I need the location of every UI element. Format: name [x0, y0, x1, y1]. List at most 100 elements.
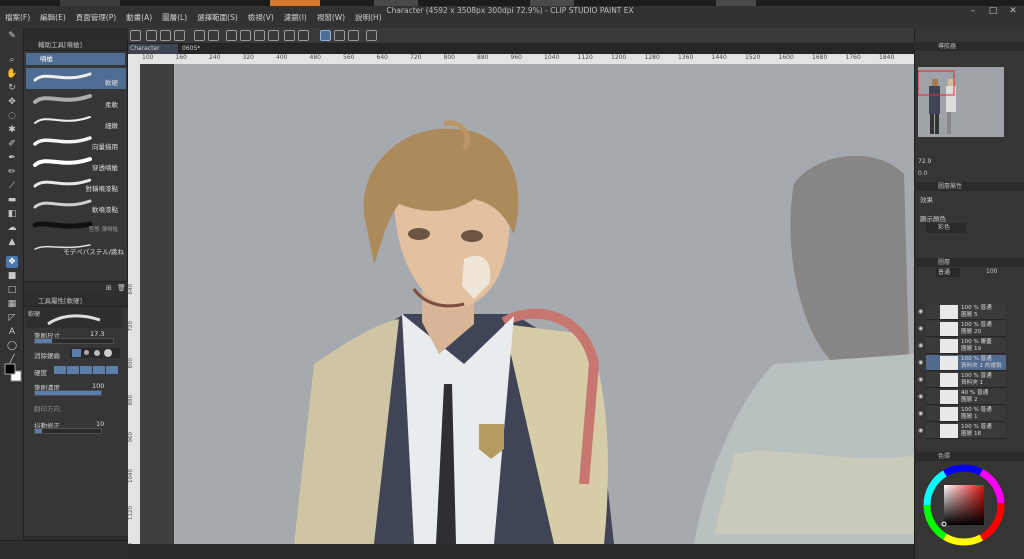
brush-size-slider[interactable]: [34, 338, 114, 344]
layer-mode: 100 % 普通: [961, 356, 992, 362]
tool-property-title: 工具屬性[軟硬]: [24, 296, 128, 307]
antialias-selector[interactable]: [70, 348, 120, 358]
zoom-icon[interactable]: ⌕: [6, 54, 18, 66]
artwork-canvas[interactable]: [174, 64, 914, 544]
gradient-icon[interactable]: ■: [6, 270, 18, 282]
text-icon[interactable]: A: [6, 326, 18, 338]
open-file-icon[interactable]: [160, 30, 171, 41]
delete-sub-tool-icon[interactable]: 🗑: [117, 284, 126, 292]
marker-icon[interactable]: ▬: [6, 194, 18, 206]
layer-row[interactable]: ◉ 100 % 普通 圖層 5: [918, 304, 1006, 320]
clip-studio-icon[interactable]: [130, 30, 141, 41]
menu-filter[interactable]: 濾鏡(I): [279, 12, 312, 23]
brush-item[interactable]: 向量描用: [26, 132, 126, 153]
layer-row[interactable]: ◉ 100 % 覆蓋 圖層 19: [918, 338, 1006, 354]
fill-icon[interactable]: [254, 30, 265, 41]
brush-item[interactable]: 軟噴漆點: [26, 195, 126, 216]
eye-icon[interactable]: ◉: [918, 325, 923, 332]
layer-row[interactable]: ◉ 100 % 普通 圖層 20: [918, 321, 1006, 337]
menu-select[interactable]: 選擇範圍(S): [192, 12, 243, 23]
menu-layer[interactable]: 圖層(L): [157, 12, 192, 23]
navigator-thumbnail[interactable]: [917, 67, 1004, 137]
layer-row[interactable]: ◉ 100 % 普通 圖層 1: [918, 406, 1006, 422]
deselect-icon[interactable]: [284, 30, 295, 41]
eye-icon[interactable]: ◉: [918, 393, 923, 400]
brush-item[interactable]: 柔軟: [26, 90, 126, 111]
ruler-icon[interactable]: ◸: [6, 312, 18, 324]
main-sub-color-icon[interactable]: [3, 362, 23, 384]
clear-icon[interactable]: [240, 30, 251, 41]
tab-0605[interactable]: 0605*: [180, 44, 220, 54]
brush-icon[interactable]: ⟋: [6, 180, 18, 192]
ruler-tick: 960: [510, 54, 522, 61]
save-icon[interactable]: [174, 30, 185, 41]
brush-item[interactable]: 軟硬: [26, 68, 126, 89]
transform-icon[interactable]: [268, 30, 279, 41]
pen-icon[interactable]: ✎: [6, 30, 18, 42]
lasso-icon[interactable]: ◌: [6, 110, 18, 122]
menu-edit[interactable]: 編輯(E): [35, 12, 71, 23]
timelapse-icon[interactable]: [366, 30, 377, 41]
stabilization-slider[interactable]: [34, 428, 102, 434]
density-slider[interactable]: [34, 390, 102, 396]
close-icon[interactable]: ✕: [1006, 6, 1020, 20]
g-pen-icon[interactable]: ✒: [6, 152, 18, 164]
sub-tool-group-tab[interactable]: 噴槍: [26, 53, 125, 65]
menu-animation[interactable]: 動畫(A): [121, 12, 157, 23]
eye-icon[interactable]: ◉: [918, 410, 923, 417]
snap-grid-icon[interactable]: [348, 30, 359, 41]
redo-icon[interactable]: [208, 30, 219, 41]
pencil-icon[interactable]: ✏: [6, 166, 18, 178]
eye-icon[interactable]: ◉: [918, 427, 923, 434]
brush-item[interactable]: 細緻: [26, 111, 126, 132]
menu-view[interactable]: 檢視(V): [243, 12, 279, 23]
brush-item[interactable]: 對稱噴漆點: [26, 174, 126, 195]
menu-page[interactable]: 頁面管理(P): [71, 12, 121, 23]
undo-icon[interactable]: [194, 30, 205, 41]
blend-mode-select[interactable]: 普通: [936, 268, 960, 277]
brush-item[interactable]: モデペパステル/跳ね: [26, 237, 126, 258]
layer-row[interactable]: ◉ 100 % 普通 資料夾 1: [918, 372, 1006, 388]
balloon-icon[interactable]: ◯: [6, 340, 18, 352]
document-tabs: Character 0605*: [128, 44, 914, 54]
fill-bucket-icon[interactable]: ▲: [6, 236, 18, 248]
layer-row[interactable]: ◉ 40 % 普通 圖層 2: [918, 389, 1006, 405]
layer-row[interactable]: ◉ 100 % 普通 資料夾 1 的複製: [918, 355, 1006, 371]
eye-icon[interactable]: ◉: [918, 359, 923, 366]
new-file-icon[interactable]: [146, 30, 157, 41]
color-wheel[interactable]: [918, 462, 1008, 548]
eye-icon[interactable]: ◉: [918, 376, 923, 383]
snap-special-ruler-icon[interactable]: [334, 30, 345, 41]
rotate-icon[interactable]: ↻: [6, 82, 18, 94]
menu-file[interactable]: 檔案(F): [0, 12, 35, 23]
move-icon[interactable]: ✥: [6, 96, 18, 108]
rotate-value[interactable]: 0.0: [918, 170, 928, 177]
tab-character[interactable]: Character: [128, 44, 178, 54]
menu-window[interactable]: 視窗(W): [312, 12, 350, 23]
layer-opacity[interactable]: 100: [986, 268, 997, 275]
airbrush-icon[interactable]: ❖: [6, 256, 18, 268]
smudge-icon[interactable]: ☁: [6, 222, 18, 234]
snap-ruler-icon[interactable]: [320, 30, 331, 41]
brush-item[interactable]: 型態 薄噴槍: [26, 216, 126, 237]
minimize-icon[interactable]: –: [966, 6, 980, 20]
eye-icon[interactable]: ◉: [918, 342, 923, 349]
hardness-selector[interactable]: [54, 366, 118, 374]
frame-icon[interactable]: ▦: [6, 298, 18, 310]
maximize-icon[interactable]: □: [986, 6, 1000, 20]
layer-row[interactable]: ◉ 100 % 普通 圖層 18: [918, 423, 1006, 439]
eyedropper-icon[interactable]: ✐: [6, 138, 18, 150]
figure-icon[interactable]: □: [6, 284, 18, 296]
command-bar: [128, 28, 914, 44]
eraser-icon[interactable]: ◧: [6, 208, 18, 220]
zoom-value[interactable]: 72.9: [918, 158, 931, 165]
ruler-tick: 480: [309, 54, 321, 61]
spinner-icon[interactable]: [226, 30, 237, 41]
invert-selection-icon[interactable]: [298, 30, 309, 41]
add-sub-tool-icon[interactable]: ⊞: [106, 284, 112, 292]
hand-icon[interactable]: ✋: [6, 68, 18, 80]
display-color-select[interactable]: 彩色: [926, 223, 966, 233]
wand-icon[interactable]: ✱: [6, 124, 18, 136]
eye-icon[interactable]: ◉: [918, 308, 923, 315]
brush-item[interactable]: 穿透噴槍: [26, 153, 126, 174]
